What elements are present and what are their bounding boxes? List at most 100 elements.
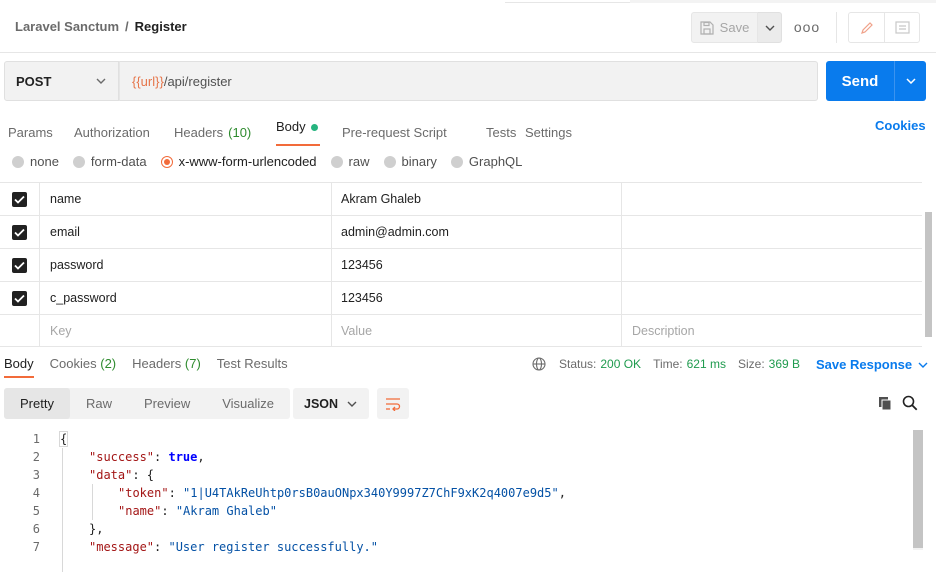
tab-pre-request-script[interactable]: Pre-request Script: [342, 118, 486, 146]
response-tab-test-results[interactable]: Test Results: [217, 356, 288, 378]
body-type-raw[interactable]: raw: [330, 154, 370, 169]
pencil-icon: [860, 21, 873, 34]
tab-tests[interactable]: Tests: [486, 118, 525, 146]
chevron-down-icon: [765, 25, 774, 31]
radio-icon: [330, 155, 343, 168]
response-body-editor[interactable]: 1 { 2 "success": true, 3 "data": { 4 "to…: [0, 430, 912, 572]
url-variable: {{url}}: [132, 73, 164, 89]
breadcrumb-request-name[interactable]: Register: [135, 19, 187, 34]
new-description-input[interactable]: Description: [622, 315, 922, 346]
side-actions: [848, 12, 920, 43]
search-icon[interactable]: [902, 395, 918, 411]
cookies-link[interactable]: Cookies: [875, 118, 926, 133]
tab-strip-background: [630, 0, 936, 3]
row-enabled-checkbox[interactable]: [0, 183, 40, 215]
edit-button[interactable]: [849, 13, 884, 42]
row-enabled-checkbox[interactable]: [0, 282, 40, 314]
documentation-button[interactable]: [884, 13, 919, 42]
code-line: 3 "data": {: [0, 466, 912, 484]
param-value-cell[interactable]: 123456: [332, 249, 622, 281]
param-description-cell[interactable]: [622, 249, 922, 281]
table-row-new: Key Value Description: [0, 315, 922, 347]
tab-params[interactable]: Params: [8, 118, 74, 146]
row-enabled-checkbox[interactable]: [0, 216, 40, 248]
copy-icon[interactable]: [878, 396, 893, 411]
code-line: 5 "name": "Akram Ghaleb": [0, 502, 912, 520]
param-description-cell[interactable]: [622, 282, 922, 314]
response-tab-headers[interactable]: Headers (7): [132, 356, 201, 378]
save-label: Save: [719, 20, 750, 35]
param-key-cell[interactable]: password: [40, 249, 332, 281]
save-group: Save: [691, 12, 782, 43]
wrap-lines-icon: [386, 397, 401, 411]
tab-settings[interactable]: Settings: [525, 118, 585, 146]
json-punctuation: },: [89, 522, 104, 536]
tab-label: Body: [276, 119, 306, 134]
save-button[interactable]: Save: [691, 12, 758, 43]
view-preview[interactable]: Preview: [128, 388, 206, 419]
param-description-cell[interactable]: [622, 216, 922, 248]
globe-icon[interactable]: [532, 357, 546, 371]
param-value-cell[interactable]: Akram Ghaleb: [332, 183, 622, 215]
toolbar-divider: [836, 12, 837, 43]
save-options-button[interactable]: [758, 12, 782, 43]
code-text: "data": {: [89, 468, 154, 482]
editor-scrollbar[interactable]: [913, 430, 923, 550]
param-value-cell[interactable]: 123456: [332, 282, 622, 314]
new-key-input[interactable]: Key: [40, 315, 332, 346]
tab-strip-edge: [505, 0, 630, 3]
param-value-cell[interactable]: admin@admin.com: [332, 216, 622, 248]
line-number: 7: [32, 540, 40, 554]
status-value[interactable]: 200 OK: [600, 357, 641, 371]
line-number: 2: [32, 450, 40, 464]
document-icon: [894, 21, 910, 34]
size-value[interactable]: 369 B: [769, 357, 800, 371]
headers-count: (10): [228, 124, 252, 140]
body-type-label: none: [30, 154, 59, 169]
tab-label: Pre-request Script: [342, 124, 447, 140]
send-options-button[interactable]: [894, 61, 926, 101]
body-type-binary[interactable]: binary: [383, 154, 437, 169]
tab-label: Body: [4, 356, 34, 371]
checkmark-icon: [12, 191, 27, 207]
method-select[interactable]: POST: [4, 61, 119, 101]
param-description-cell[interactable]: [622, 183, 922, 215]
json-string: "User register successfully.": [168, 540, 378, 554]
body-type-form-data[interactable]: form-data: [72, 154, 147, 169]
more-options-button[interactable]: ooo: [794, 17, 819, 37]
param-key-cell[interactable]: c_password: [40, 282, 332, 314]
tab-body[interactable]: Body: [276, 118, 320, 146]
response-meta: Status: 200 OK Time: 621 ms Size: 369 B: [532, 357, 800, 371]
wrap-lines-button[interactable]: [377, 388, 409, 419]
send-button[interactable]: Send: [826, 61, 894, 101]
body-type-none[interactable]: none: [12, 154, 59, 169]
json-punctuation: : {: [132, 468, 155, 482]
format-label: JSON: [304, 396, 339, 411]
scrollbar-thumb[interactable]: [925, 212, 932, 337]
tab-headers[interactable]: Headers (10): [174, 118, 276, 146]
row-enabled-checkbox[interactable]: [0, 249, 40, 281]
body-type-urlencoded[interactable]: x-www-form-urlencoded: [160, 154, 317, 169]
body-type-graphql[interactable]: GraphQL: [450, 154, 522, 169]
table-scrollbar[interactable]: [925, 182, 932, 347]
new-value-input[interactable]: Value: [332, 315, 622, 346]
response-tab-cookies[interactable]: Cookies (2): [50, 356, 116, 378]
param-key-cell[interactable]: email: [40, 216, 332, 248]
tab-authorization[interactable]: Authorization: [74, 118, 174, 146]
url-input[interactable]: {{url}}/api/register: [119, 61, 818, 101]
json-punctuation: ,: [558, 486, 566, 500]
save-response-button[interactable]: Save Response: [816, 357, 928, 372]
format-select[interactable]: JSON: [293, 388, 369, 419]
view-pretty[interactable]: Pretty: [4, 388, 70, 419]
view-raw[interactable]: Raw: [70, 388, 128, 419]
tab-label: Cookies: [49, 356, 97, 371]
param-key-cell[interactable]: name: [40, 183, 332, 215]
json-punctuation: {: [58, 431, 69, 447]
scrollbar-thumb[interactable]: [913, 430, 923, 548]
response-tab-body[interactable]: Body: [4, 356, 34, 378]
view-visualize[interactable]: Visualize: [206, 388, 290, 419]
tab-label: Test Results: [216, 356, 288, 371]
time-value[interactable]: 621 ms: [687, 357, 726, 371]
breadcrumb-collection[interactable]: Laravel Sanctum: [15, 19, 119, 34]
tab-label: Settings: [525, 124, 572, 140]
